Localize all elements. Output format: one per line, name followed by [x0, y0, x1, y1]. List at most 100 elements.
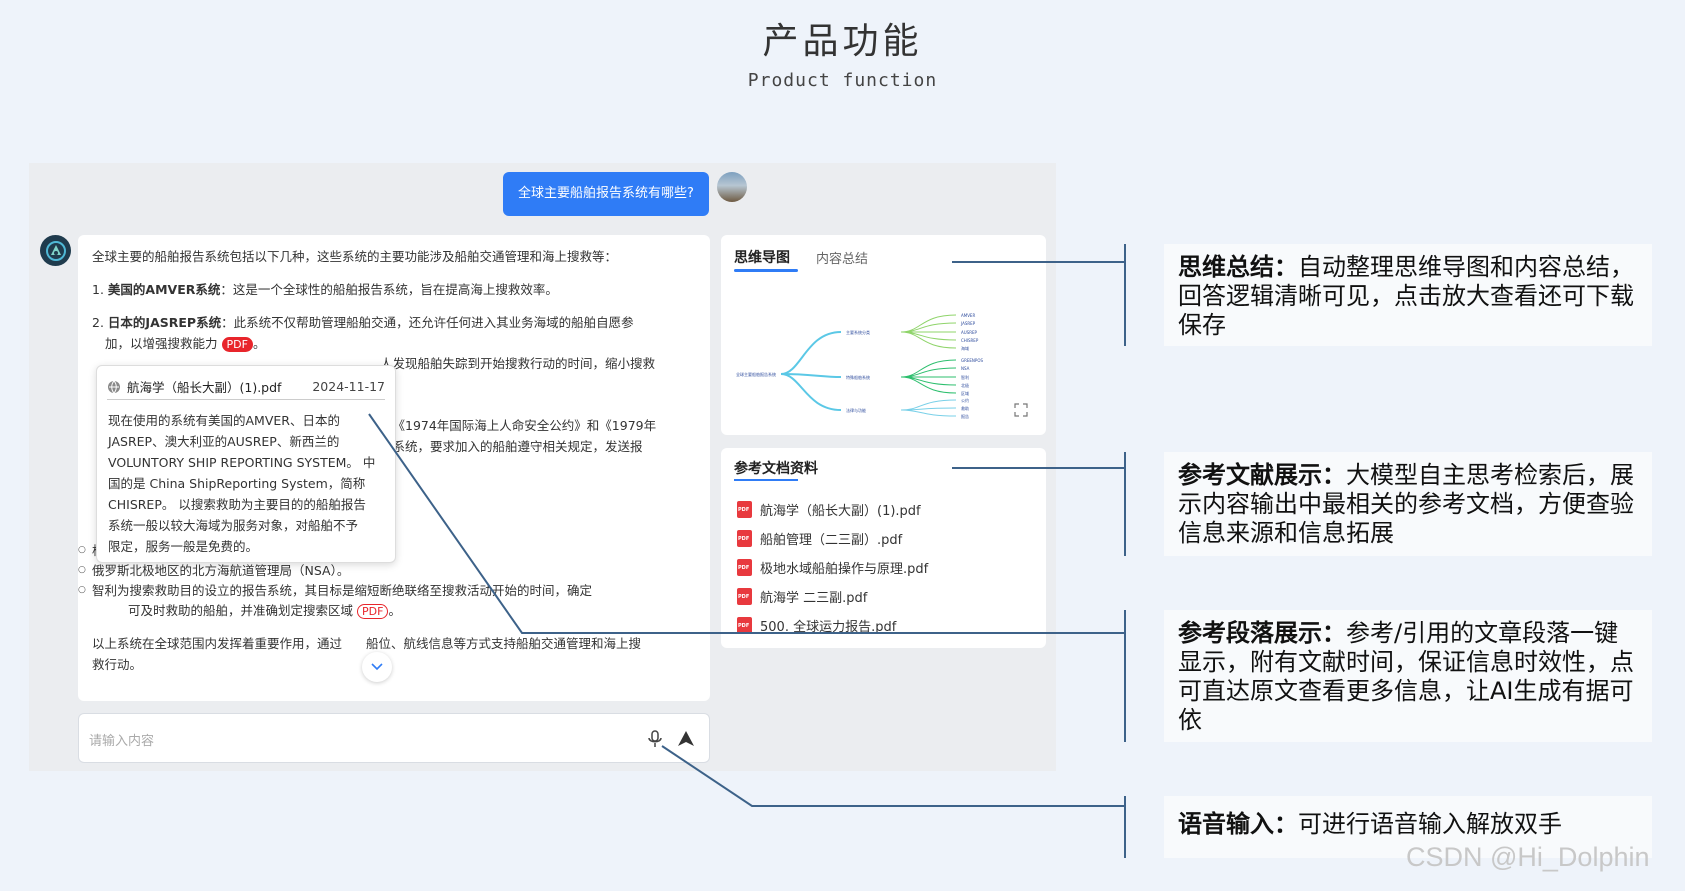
svg-text:JASREP: JASREP [960, 321, 976, 326]
references-card: 参考文档资料 航海学（船长大副）(1).pdf 船舶管理（二三副）.pdf 极地… [721, 448, 1046, 648]
answer-item-3-partial: 人发现船舶失踪到开始搜救行动的时间，缩小搜救 [380, 356, 656, 371]
popup-line: JASREP、澳大利亚的AUSREP、新西兰的 [108, 434, 340, 449]
pdf-citation-badge[interactable]: PDF [221, 337, 253, 352]
svg-text:北极: 北极 [961, 382, 969, 388]
feature-paragraphs: 参考段落展示：参考/引用的文章段落一键显示，附有文献时间，保证信息时效性，点可直… [1164, 610, 1652, 742]
reference-file-name[interactable]: 航海学（船长大副）(1).pdf [760, 500, 921, 519]
answer-intro: 全球主要的船舶报告系统包括以下几种，这些系统的主要功能涉及船舶交通管理和海上搜救… [92, 249, 618, 264]
svg-text:公约: 公约 [961, 397, 969, 403]
references-underline [734, 479, 798, 481]
popup-date: 2024-11-17 [312, 379, 385, 394]
scroll-down-button[interactable] [362, 652, 392, 682]
pdf-file-icon [737, 617, 752, 634]
svg-text:智利: 智利 [961, 374, 969, 380]
pdf-file-icon [737, 559, 752, 576]
feature-bar [1124, 796, 1126, 858]
answer-item-2-cont: 加，以增强搜救能力 PDF。 [105, 336, 266, 352]
pdf-file-icon [737, 588, 752, 605]
item-text: 加，以增强搜救能力 [105, 336, 218, 351]
feature-text: 可进行语音输入解放双手 [1298, 810, 1562, 838]
reference-item[interactable]: 500. 全球运力报告.pdf [737, 611, 928, 640]
pdf-citation-badge[interactable]: PDF [357, 604, 389, 619]
user-question-bubble: 全球主要船舶报告系统有哪些? [503, 172, 709, 216]
references-title: 参考文档资料 [734, 461, 818, 477]
reference-item[interactable]: 航海学（船长大副）(1).pdf [737, 495, 928, 524]
item-text: 可及时救助的船舶，并准确划定搜索区域 [128, 603, 354, 618]
feature-bar [1124, 452, 1126, 556]
feature-title: 参考段落展示： [1178, 619, 1346, 647]
item-text: ：此系统不仅帮助管理船舶交通，还允许任何进入其业务海域的船舶自愿参 [221, 315, 634, 330]
popup-line: VOLUNTORY SHIP REPORTING SYSTEM。 中 [108, 455, 376, 470]
feature-bar [1124, 610, 1126, 742]
popup-line: 现在使用的系统有美国的AMVER、日本的 [108, 413, 340, 428]
item-title: 日本的JASREP系统 [107, 315, 222, 330]
tab-mindmap[interactable]: 思维导图 [734, 247, 790, 267]
svg-text:GREENPOS: GREENPOS [961, 358, 983, 363]
popup-line: 系统一般以较大海域为服务对象，对船舶不予 [108, 518, 359, 533]
answer-outro-end: 救行动。 [92, 657, 143, 672]
answer-subitem-3: 智利为搜索救助目的设立的报告系统，其目标是缩短断绝联络至搜救活动开始的时间，确定 [78, 580, 700, 601]
answer-subitem-2: 俄罗斯北极地区的北方海航道管理局（NSA）。 [78, 560, 696, 581]
reference-file-name[interactable]: 航海学 二三副.pdf [760, 587, 867, 606]
item-title: 美国的AMVER系统 [107, 282, 221, 297]
feature-mindmap: 思维总结：自动整理思维导图和内容总结，回答逻辑清晰可见，点击放大查看还可下载保存 [1164, 244, 1652, 346]
reference-file-name[interactable]: 船舶管理（二三副）.pdf [760, 529, 902, 548]
popup-file-name[interactable]: 航海学（船长大副）(1).pdf [127, 377, 281, 396]
bot-logo-icon [45, 240, 66, 261]
feature-bar [1124, 244, 1126, 346]
tab-summary[interactable]: 内容总结 [816, 248, 868, 267]
answer-item-1: 1. 美国的AMVER系统：这是一个全球性的船舶报告系统，旨在提高海上搜救效率。 [92, 279, 696, 300]
globe-icon [108, 380, 120, 393]
svg-text:AMVER: AMVER [961, 313, 975, 318]
popup-body: 现在使用的系统有美国的AMVER、日本的 JASREP、澳大利亚的AUSREP、… [108, 410, 385, 557]
chat-input-box[interactable]: 请输入内容 [78, 713, 710, 763]
item-text: ：这是一个全球性的船舶报告系统，旨在提高海上搜救效率。 [220, 282, 558, 297]
outro-text: 以上系统在全球范围内发挥着重要作用，通过 [92, 636, 343, 651]
watermark: CSDN @Hi_Dolphin [1406, 842, 1650, 872]
chevron-down-icon [371, 663, 383, 671]
pdf-file-icon [737, 501, 752, 518]
reference-list: 航海学（船长大副）(1).pdf 船舶管理（二三副）.pdf 极地水域船舶操作与… [737, 495, 928, 640]
feature-title: 思维总结： [1178, 253, 1298, 281]
popup-line: 国的是 China ShipReporting System，简称 [108, 476, 366, 491]
popup-header: 航海学（船长大副）(1).pdf 2024-11-17 [107, 374, 385, 400]
item-number: 1. [92, 282, 104, 297]
svg-text:救助: 救助 [961, 405, 969, 411]
page-subtitle: Product function [747, 70, 938, 91]
mindmap-graphic[interactable]: 全球主要船舶报告系统 主要系统分类 特殊船舶系统 法律与功能 AMVER JASR… [721, 270, 1046, 420]
answer-item-4-partial-a: 为《1974年国际海上人命安全公约》和《1979年 [380, 418, 657, 433]
answer-item-2: 2. 日本的JASREP系统：此系统不仅帮助管理船舶交通，还允许任何进入其业务海… [92, 312, 696, 333]
svg-text:主要系统分类: 主要系统分类 [846, 329, 870, 335]
svg-text:法律与功能: 法律与功能 [846, 407, 866, 413]
reference-item[interactable]: 航海学 二三副.pdf [737, 582, 928, 611]
user-avatar [717, 172, 747, 202]
item-number: 2. [92, 315, 104, 330]
reference-item[interactable]: 极地水域船舶操作与原理.pdf [737, 553, 928, 582]
feature-title: 参考文献展示： [1178, 461, 1346, 489]
popup-line: CHISREP。 以搜索救助为主要目的的船舶报告 [108, 497, 366, 512]
reference-file-name[interactable]: 500. 全球运力报告.pdf [760, 616, 896, 635]
feature-references: 参考文献展示：大模型自主思考检索后，展示内容输出中最相关的参考文档，方便查验信息… [1164, 452, 1652, 556]
svg-text:NSA: NSA [961, 366, 970, 371]
outro-text-cont: 船位、航线信息等方式支持船舶交通管理和海上搜 [366, 636, 642, 651]
citation-popup[interactable]: 航海学（船长大副）(1).pdf 2024-11-17 现在使用的系统有美国的A… [96, 365, 396, 563]
svg-text:CHISREP: CHISREP [961, 338, 979, 343]
svg-text:全球主要船舶报告系统: 全球主要船舶报告系统 [736, 371, 776, 377]
send-icon[interactable] [674, 727, 698, 751]
pdf-file-icon [737, 530, 752, 547]
bot-avatar [40, 235, 71, 266]
svg-text:特殊船舶系统: 特殊船舶系统 [846, 374, 870, 380]
answer-outro: 以上系统在全球范围内发挥着重要作用，通过 船位、航线信息等方式支持船舶交通管理和海… [92, 633, 696, 654]
svg-text:报告: 报告 [961, 413, 969, 419]
chat-input-placeholder[interactable]: 请输入内容 [89, 730, 154, 749]
answer-subitem-3-cont: 可及时救助的船舶，并准确划定搜索区域 PDF。 [128, 603, 401, 619]
microphone-icon[interactable] [644, 728, 666, 750]
page-title: 产品功能 [762, 21, 923, 62]
reference-file-name[interactable]: 极地水域船舶操作与原理.pdf [760, 558, 928, 577]
reference-item[interactable]: 船舶管理（二三副）.pdf [737, 524, 928, 553]
expand-icon[interactable] [1014, 403, 1028, 417]
svg-text:区域: 区域 [961, 390, 969, 396]
svg-text:AUSREP: AUSREP [961, 330, 978, 335]
feature-title: 语音输入： [1178, 810, 1298, 838]
popup-line: 限定，服务一般是免费的。 [108, 539, 259, 554]
